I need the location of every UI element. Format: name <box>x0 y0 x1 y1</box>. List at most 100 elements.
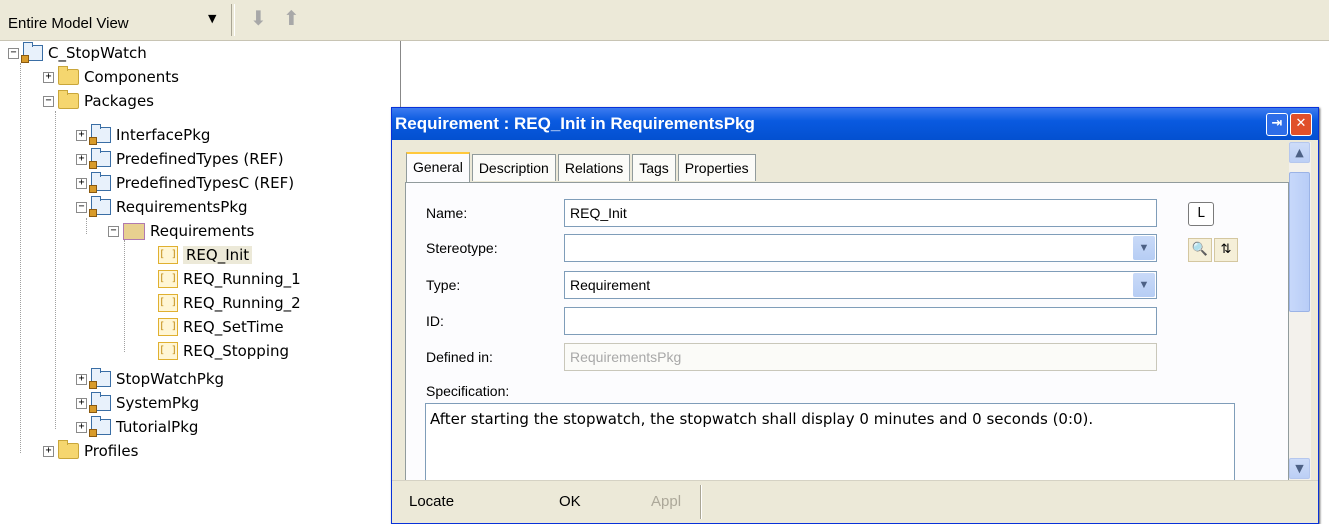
arrow-up-icon[interactable]: ⬆ <box>283 6 300 30</box>
tree-item-req-init[interactable]: [ ] REQ_Init <box>158 243 253 267</box>
tree-item-stopwatchpkg[interactable]: + StopWatchPkg <box>76 367 224 391</box>
tree-item-components[interactable]: + Components <box>43 65 179 89</box>
folder-icon <box>58 66 79 85</box>
scroll-down-icon[interactable]: ▼ <box>1289 458 1310 479</box>
tree-line <box>86 218 87 234</box>
pin-icon[interactable]: ⇥ <box>1266 113 1288 136</box>
tree-item-predefinedtypes[interactable]: + PredefinedTypes (REF) <box>76 147 284 171</box>
tree-item-label: REQ_Init <box>183 246 253 264</box>
tree-item-predefinedtypesc[interactable]: + PredefinedTypesC (REF) <box>76 171 294 195</box>
expand-icon[interactable]: + <box>43 71 54 83</box>
tab-properties[interactable]: Properties <box>677 154 756 181</box>
name-field[interactable]: REQ_Init <box>564 199 1157 227</box>
chevron-down-icon[interactable]: ▼ <box>1133 236 1155 260</box>
chevron-down-icon[interactable]: ▼ <box>1133 273 1155 297</box>
tab-tags[interactable]: Tags <box>632 154 676 181</box>
dialog-button-bar: Locate OK Appl <box>392 480 1318 523</box>
folder-icon <box>58 90 79 109</box>
tree-item-systempkg[interactable]: + SystemPkg <box>76 391 199 415</box>
tree-item-label: C_StopWatch <box>48 44 147 62</box>
expand-icon[interactable]: + <box>76 421 87 433</box>
expand-icon[interactable]: + <box>76 153 87 165</box>
requirement-icon: [ ] <box>158 318 178 336</box>
button-bar-separator <box>700 485 702 519</box>
requirement-dialog: Requirement : REQ_Init in RequirementsPk… <box>391 107 1319 524</box>
type-value: Requirement <box>570 277 651 293</box>
close-icon[interactable]: ✕ <box>1290 113 1312 136</box>
id-label: ID: <box>426 313 444 329</box>
package-icon <box>89 196 111 217</box>
tree-item-label: Requirements <box>150 222 255 240</box>
package-icon <box>21 42 43 63</box>
collapse-icon[interactable]: − <box>43 95 54 107</box>
defined-in-label: Defined in: <box>426 349 493 365</box>
requirements-folder-icon <box>123 222 145 240</box>
tree-item-profiles[interactable]: + Profiles <box>43 439 138 463</box>
tree-item-packages[interactable]: − Packages <box>43 89 154 113</box>
view-select-label: Entire Model View <box>8 14 129 32</box>
collapse-icon[interactable]: − <box>8 47 19 59</box>
specification-textarea[interactable]: After starting the stopwatch, the stopwa… <box>425 403 1235 483</box>
binoculars-icon[interactable]: 🔍 <box>1188 238 1212 262</box>
dialog-titlebar[interactable]: Requirement : REQ_Init in RequirementsPk… <box>392 108 1318 140</box>
l-button[interactable]: L <box>1188 202 1214 226</box>
requirement-icon: [ ] <box>158 342 178 360</box>
expand-icon[interactable]: + <box>76 177 87 189</box>
tree-line <box>55 111 56 429</box>
type-label: Type: <box>426 277 461 293</box>
apply-button[interactable]: Appl <box>651 493 681 510</box>
defined-in-field: RequirementsPkg <box>564 343 1157 371</box>
dialog-tabs: General Description Relations Tags Prope… <box>406 152 758 182</box>
tab-description[interactable]: Description <box>471 154 556 181</box>
tree-item-req-running-1[interactable]: [ ] REQ_Running_1 <box>158 267 301 291</box>
tree-item-label: REQ_Stopping <box>183 342 290 360</box>
arrow-down-icon[interactable]: ⬇ <box>250 6 267 30</box>
package-icon <box>89 124 111 145</box>
ok-button[interactable]: OK <box>559 493 581 510</box>
package-icon <box>89 172 111 193</box>
type-select[interactable]: Requirement ▼ <box>564 271 1157 299</box>
tree-item-requirementspkg[interactable]: − RequirementsPkg <box>76 195 248 219</box>
tree-item-interfacepkg[interactable]: + InterfacePkg <box>76 123 210 147</box>
tree-item-req-settime[interactable]: [ ] REQ_SetTime <box>158 315 284 339</box>
name-label: Name: <box>426 205 468 221</box>
tree-item-label: StopWatchPkg <box>116 370 225 388</box>
expand-icon[interactable]: + <box>76 397 87 409</box>
toolbar-separator <box>231 4 235 36</box>
tree-item-req-stopping[interactable]: [ ] REQ_Stopping <box>158 339 289 363</box>
tree-item-req-running-2[interactable]: [ ] REQ_Running_2 <box>158 291 301 315</box>
tree-item-requirements[interactable]: − Requirements <box>108 219 254 243</box>
tree-item-label: SystemPkg <box>116 394 200 412</box>
requirement-icon: [ ] <box>158 246 178 264</box>
sort-arrows-icon[interactable]: ⇅ <box>1214 238 1238 262</box>
model-tree: − C_StopWatch + Components − Packages + … <box>0 41 401 524</box>
stereotype-label: Stereotype: <box>426 240 498 256</box>
collapse-icon[interactable]: − <box>108 225 119 237</box>
scroll-thumb[interactable] <box>1289 172 1310 312</box>
tree-item-label: InterfacePkg <box>116 126 211 144</box>
id-field[interactable] <box>564 307 1157 335</box>
expand-icon[interactable]: + <box>43 445 54 457</box>
scroll-up-icon[interactable]: ▲ <box>1289 142 1310 163</box>
tree-item-c-stopwatch[interactable]: − C_StopWatch <box>8 41 147 65</box>
locate-button[interactable]: Locate <box>409 493 454 510</box>
expand-icon[interactable]: + <box>76 373 87 385</box>
tree-item-label: REQ_SetTime <box>183 318 284 336</box>
tree-item-label: REQ_Running_1 <box>183 270 301 288</box>
folder-icon <box>58 440 79 459</box>
tree-item-label: TutorialPkg <box>116 418 199 436</box>
tree-item-label: RequirementsPkg <box>116 198 248 216</box>
stereotype-select[interactable]: ▼ <box>564 234 1157 262</box>
vertical-scrollbar[interactable]: ▲ ▼ <box>1289 142 1311 480</box>
specification-label: Specification: <box>426 383 510 399</box>
tab-general[interactable]: General <box>406 152 470 182</box>
collapse-icon[interactable]: − <box>76 201 87 213</box>
view-select[interactable]: Entire Model View ▼ <box>2 8 230 38</box>
tree-item-label: Components <box>84 68 179 86</box>
expand-icon[interactable]: + <box>76 129 87 141</box>
chevron-down-icon: ▼ <box>208 12 217 25</box>
tree-item-label: Packages <box>84 92 154 110</box>
tree-item-label: PredefinedTypesC (REF) <box>116 174 295 192</box>
tree-item-tutorialpkg[interactable]: + TutorialPkg <box>76 415 198 439</box>
tab-relations[interactable]: Relations <box>557 154 631 181</box>
